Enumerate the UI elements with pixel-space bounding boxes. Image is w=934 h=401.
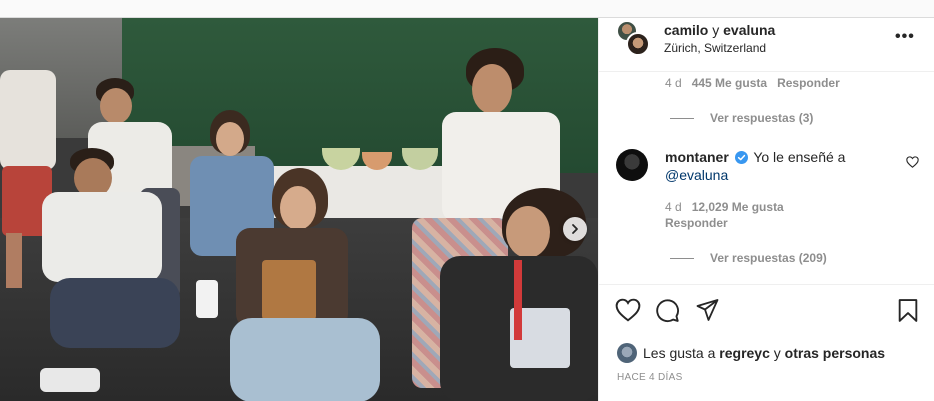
comment-meta: Responder	[665, 216, 728, 230]
author-conjunction: y	[712, 22, 720, 38]
view-replies-button[interactable]: Ver respuestas (3)	[670, 111, 813, 125]
share-paper-plane-icon[interactable]	[695, 298, 720, 322]
post-side-panel: camilo y evaluna Zürich, Switzerland •••…	[598, 18, 934, 401]
divider-line	[670, 257, 694, 259]
comment-time: 4 d	[665, 76, 682, 90]
likes-summary: Les gusta a regreyc y otras personas	[617, 343, 885, 363]
comment-bubble-icon[interactable]	[655, 298, 680, 323]
likes-conjunction: y	[773, 345, 781, 361]
author-link[interactable]: camilo	[664, 22, 708, 38]
avatar	[626, 32, 650, 56]
chevron-right-icon	[572, 224, 578, 234]
like-comment-heart-icon[interactable]	[906, 156, 919, 168]
next-image-button[interactable]	[563, 217, 587, 241]
comment-username[interactable]: montaner	[665, 149, 729, 165]
post-header: camilo y evaluna Zürich, Switzerland •••	[599, 18, 934, 72]
divider-line	[670, 117, 694, 119]
post-photo[interactable]	[0, 18, 598, 401]
photo-person	[222, 168, 382, 401]
view-replies-label: Ver respuestas (3)	[710, 111, 814, 125]
mention-link[interactable]: @evaluna	[665, 167, 728, 183]
comment-text: Yo le enseñé a	[753, 149, 846, 165]
more-options-button[interactable]: •••	[895, 28, 915, 46]
like-heart-icon[interactable]	[615, 298, 641, 322]
comment-meta: 4 d 12,029 Me gusta	[665, 200, 784, 214]
comment: montaner Yo le enseñé a @evaluna	[665, 148, 901, 184]
post-authors: camilo y evaluna	[664, 22, 775, 38]
author-avatars[interactable]	[616, 20, 650, 56]
reply-button[interactable]: Responder	[665, 216, 728, 230]
comment-time: 4 d	[665, 200, 682, 214]
actions-divider	[599, 284, 934, 285]
verified-badge-icon	[734, 151, 748, 164]
location-link[interactable]: Zürich, Switzerland	[664, 41, 766, 55]
others-link[interactable]: otras personas	[785, 345, 885, 361]
commenter-avatar[interactable]	[616, 149, 648, 181]
comment-likes[interactable]: 12,029 Me gusta	[692, 200, 784, 214]
view-replies-button[interactable]: Ver respuestas (209)	[670, 251, 827, 265]
likes-prefix: Les gusta a	[643, 345, 716, 361]
comment-likes[interactable]: 445 Me gusta	[692, 76, 767, 90]
post-timestamp[interactable]: HACE 4 DÍAS	[617, 372, 683, 383]
photo-person	[40, 148, 190, 401]
avatar[interactable]	[617, 343, 637, 363]
reply-button[interactable]: Responder	[777, 76, 840, 90]
ellipsis-icon: •••	[895, 28, 915, 45]
comment-meta: 4 d 445 Me gusta Responder	[665, 76, 840, 90]
author-link[interactable]: evaluna	[723, 22, 775, 38]
view-replies-label: Ver respuestas (209)	[710, 251, 827, 265]
liker-link[interactable]: regreyc	[719, 345, 770, 361]
instagram-post: camilo y evaluna Zürich, Switzerland •••…	[0, 17, 934, 401]
save-bookmark-icon[interactable]	[897, 298, 919, 323]
